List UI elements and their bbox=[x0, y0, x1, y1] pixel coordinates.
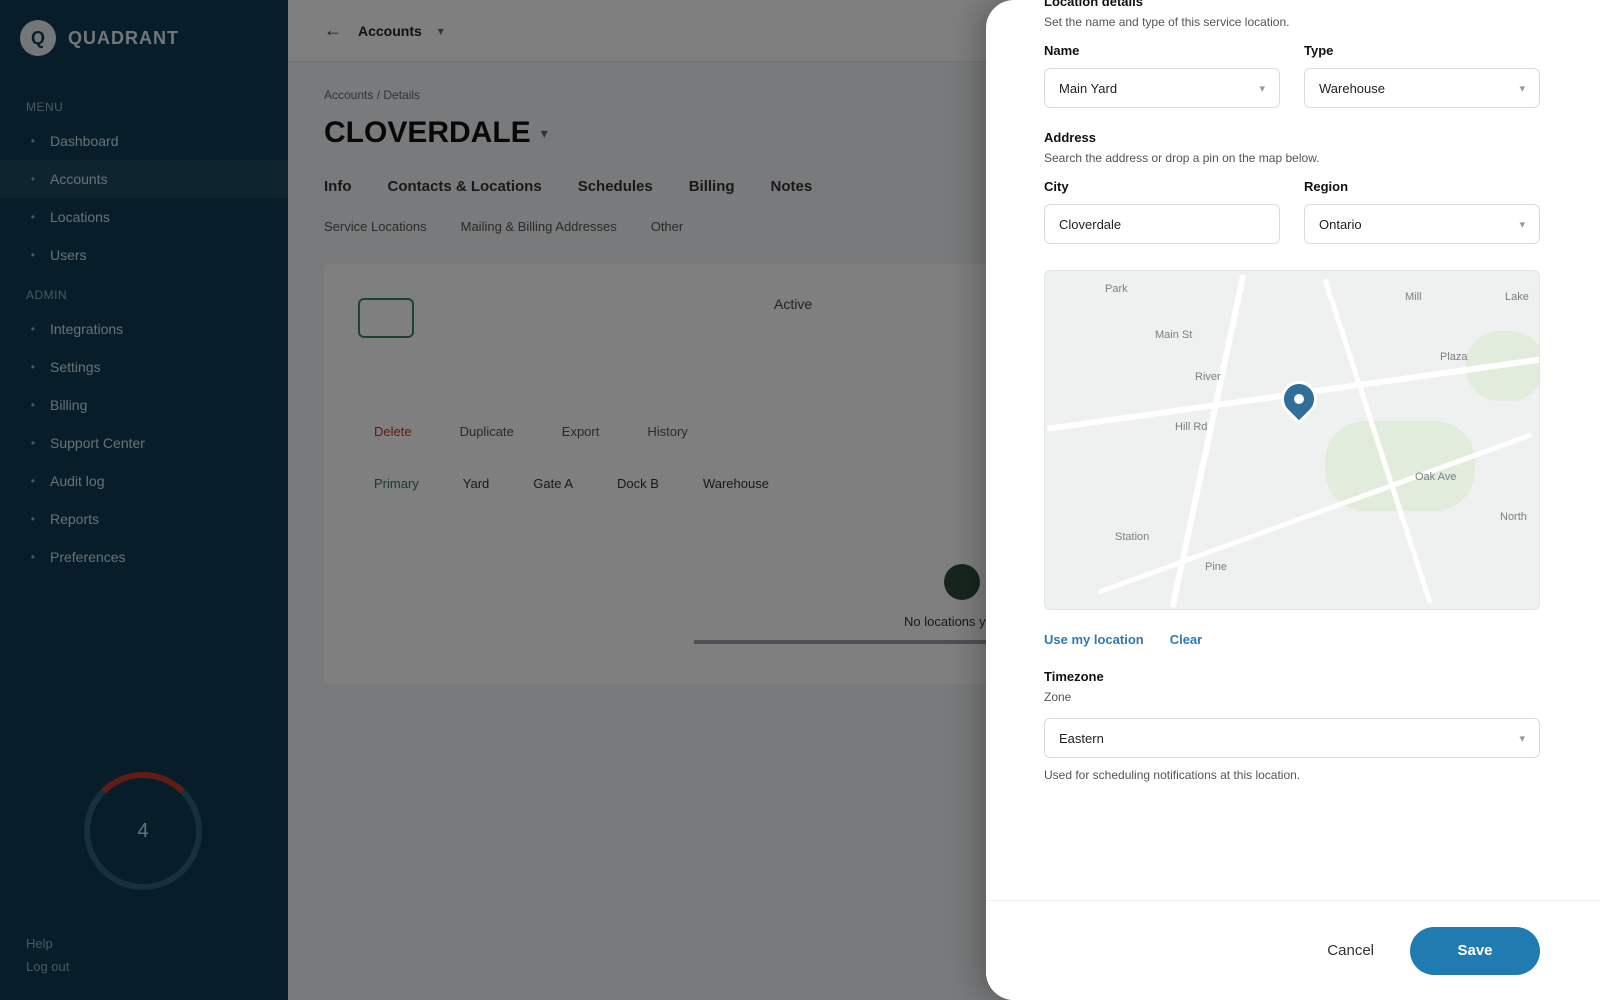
section-title: Location details bbox=[1044, 0, 1143, 9]
details-fields: Name Main Yard ▾ Type Warehouse ▾ bbox=[1044, 43, 1540, 108]
field-label: Region bbox=[1304, 179, 1349, 194]
section-title: Address bbox=[1044, 130, 1097, 145]
map-label: Hill Rd bbox=[1175, 421, 1208, 433]
drawer-body[interactable]: Location details Set the name and type o… bbox=[1044, 0, 1540, 900]
map-pin-icon[interactable] bbox=[1273, 373, 1325, 425]
type-select[interactable]: Warehouse ▾ bbox=[1304, 68, 1540, 108]
map-label: Mill bbox=[1405, 291, 1422, 303]
map-label: Oak Ave bbox=[1415, 471, 1457, 483]
location-map[interactable]: Park Main St River Hill Rd Mill Lake Pla… bbox=[1044, 270, 1540, 610]
map-label: Park bbox=[1105, 283, 1128, 295]
map-label: North bbox=[1500, 511, 1527, 523]
map-label: River bbox=[1195, 371, 1221, 383]
city-field: City Cloverdale bbox=[1044, 179, 1280, 244]
chevron-down-icon: ▾ bbox=[1259, 82, 1265, 95]
name-field: Name Main Yard ▾ bbox=[1044, 43, 1280, 108]
location-drawer: Location details Set the name and type o… bbox=[986, 0, 1600, 1000]
type-field: Type Warehouse ▾ bbox=[1304, 43, 1540, 108]
input-value: Main Yard bbox=[1059, 80, 1118, 96]
chevron-down-icon: ▾ bbox=[1519, 218, 1525, 231]
field-label: Type bbox=[1304, 43, 1334, 58]
drawer-footer: Cancel Save bbox=[986, 900, 1600, 1000]
map-label: Station bbox=[1115, 531, 1150, 543]
field-label: Zone bbox=[1044, 690, 1072, 704]
save-button[interactable]: Save bbox=[1410, 926, 1540, 975]
name-input[interactable]: Main Yard ▾ bbox=[1044, 68, 1280, 108]
input-value: Cloverdale bbox=[1059, 216, 1122, 232]
map-road bbox=[1098, 432, 1532, 595]
section-description: Set the name and type of this service lo… bbox=[1044, 15, 1290, 29]
map-label: Plaza bbox=[1440, 351, 1468, 363]
timezone-select[interactable]: Eastern ▾ bbox=[1044, 718, 1540, 758]
address-fields: City Cloverdale Region Ontario ▾ bbox=[1044, 179, 1540, 244]
details-section: Location details Set the name and type o… bbox=[1044, 0, 1540, 108]
chevron-down-icon: ▾ bbox=[1519, 732, 1525, 745]
map-label: Pine bbox=[1205, 561, 1228, 573]
region-input[interactable]: Ontario ▾ bbox=[1304, 204, 1540, 244]
input-value: Ontario bbox=[1319, 216, 1362, 232]
cancel-button[interactable]: Cancel bbox=[1327, 942, 1374, 959]
clear-link[interactable]: Clear bbox=[1170, 632, 1203, 647]
map-road bbox=[1169, 274, 1247, 608]
input-value: Warehouse bbox=[1319, 80, 1385, 96]
map-label: Main St bbox=[1155, 329, 1193, 341]
timezone-section: Timezone Zone Eastern ▾ Used for scheduli… bbox=[1044, 669, 1540, 782]
section-description: Search the address or drop a pin on the … bbox=[1044, 151, 1320, 165]
helper-text: Used for scheduling notifications at thi… bbox=[1044, 768, 1301, 782]
region-field: Region Ontario ▾ bbox=[1304, 179, 1540, 244]
section-title: Timezone bbox=[1044, 669, 1104, 684]
city-input[interactable]: Cloverdale bbox=[1044, 204, 1280, 244]
use-my-location-link[interactable]: Use my location bbox=[1044, 632, 1144, 647]
address-section: Address Search the address or drop a pin… bbox=[1044, 130, 1540, 244]
map-label: Lake bbox=[1505, 291, 1529, 303]
field-label: City bbox=[1044, 179, 1069, 194]
chevron-down-icon: ▾ bbox=[1519, 82, 1525, 95]
map-actions: Use my location Clear bbox=[1044, 632, 1540, 647]
input-value: Eastern bbox=[1059, 730, 1104, 746]
field-label: Name bbox=[1044, 43, 1080, 58]
